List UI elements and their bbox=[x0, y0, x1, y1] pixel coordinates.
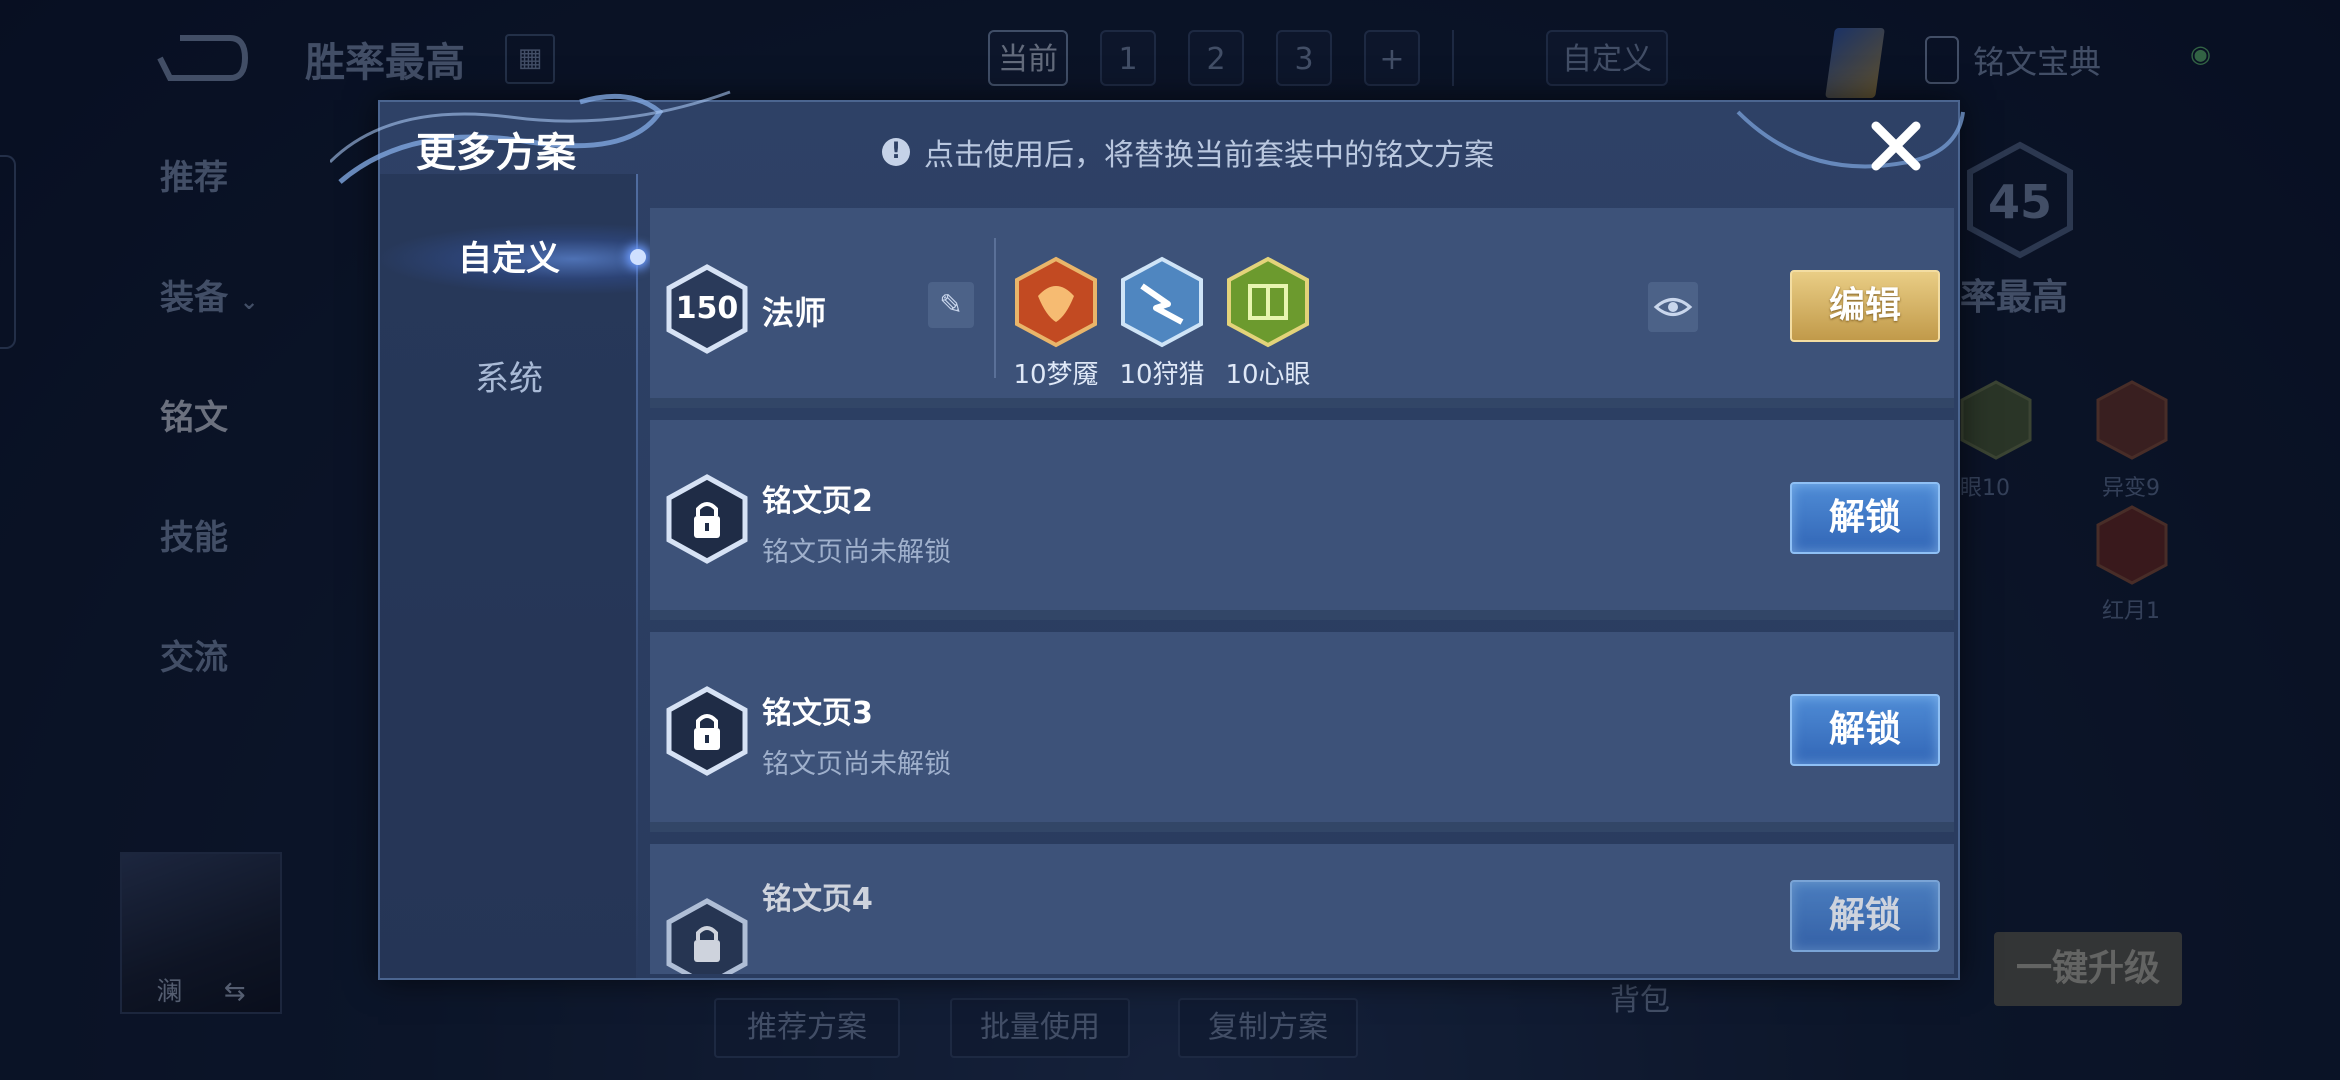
modal-title: 更多方案 bbox=[416, 130, 576, 176]
rune-label: 10梦魇 bbox=[1013, 360, 1099, 390]
lock-icon bbox=[666, 686, 748, 776]
bg-upgrade-button[interactable]: 一键升级 bbox=[1994, 932, 2182, 1006]
bg-page-title: 胜率最高 bbox=[305, 40, 465, 86]
page-name: 铭文页2 bbox=[762, 484, 873, 519]
modal-side-tabs: 自定义 系统 bbox=[380, 174, 646, 978]
close-icon[interactable] bbox=[1864, 114, 1928, 178]
bg-copy-plan-button[interactable]: 复制方案 bbox=[1178, 998, 1358, 1058]
rune-insight-icon bbox=[1227, 256, 1309, 348]
rune-hunt-icon bbox=[1121, 256, 1203, 348]
locked-page-row[interactable]: 铭文页4 解锁 bbox=[650, 844, 1954, 974]
more-plans-modal: 更多方案 ! 点击使用后，将替换当前套装中的铭文方案 自定义 系统 150 法师… bbox=[330, 90, 1965, 980]
unlock-button[interactable]: 解锁 bbox=[1790, 482, 1940, 554]
codex-icon bbox=[1925, 36, 1959, 84]
bg-nav-recommend[interactable]: 推荐 bbox=[160, 150, 258, 198]
bg-side-nav: 推荐 装备 ⌄ 铭文 技能 交流 bbox=[160, 150, 258, 678]
wifi-icon: ◉ bbox=[2190, 40, 2211, 68]
locked-page-row[interactable]: 铭文页2 铭文页尚未解锁 解锁 bbox=[650, 420, 1954, 620]
bg-rune-label-3: 红月1 bbox=[2102, 599, 2160, 624]
bg-tab-custom[interactable]: 自定义 bbox=[1546, 30, 1668, 86]
page-name: 铭文页4 bbox=[762, 882, 873, 917]
codex-label: 铭文宝典 bbox=[1973, 43, 2102, 81]
bg-tab-divider bbox=[1452, 30, 1454, 86]
edit-button[interactable]: 编辑 bbox=[1790, 270, 1940, 342]
card-icon[interactable] bbox=[1825, 28, 1885, 98]
unlock-button[interactable]: 解锁 bbox=[1790, 694, 1940, 766]
plan-list: 150 法师 ✎ 10梦魇 10狩猎 10心眼 编辑 铭文页2 铭文页尚未解锁 … bbox=[650, 208, 1954, 974]
bg-bag-label[interactable]: 背包 bbox=[1610, 975, 1670, 1019]
swap-icon: ⇆ bbox=[223, 977, 246, 1007]
plan-level: 150 bbox=[675, 291, 739, 326]
codex-button[interactable]: 铭文宝典 bbox=[1925, 36, 2101, 84]
bg-tab-current[interactable]: 当前 bbox=[988, 30, 1068, 86]
rune-icon bbox=[2096, 505, 2168, 585]
grid-icon[interactable]: ▦ bbox=[505, 34, 555, 84]
page-status: 铭文页尚未解锁 bbox=[762, 537, 951, 568]
bg-tab-add[interactable]: + bbox=[1364, 30, 1420, 86]
bg-score: 45 bbox=[1987, 175, 2052, 229]
back-arrow-icon[interactable] bbox=[150, 28, 250, 88]
plan-name: 法师 bbox=[762, 294, 827, 332]
bg-recommend-plan-button[interactable]: 推荐方案 bbox=[714, 998, 900, 1058]
hero-name: 澜 bbox=[156, 977, 183, 1007]
bg-rune-label-2: 异变9 bbox=[2102, 476, 2160, 501]
page-name: 铭文页3 bbox=[762, 696, 873, 731]
bg-nav-skills[interactable]: 技能 bbox=[160, 510, 258, 558]
rune-icon bbox=[1960, 380, 2032, 460]
eye-icon[interactable] bbox=[1648, 282, 1698, 332]
bg-winrate: 率最高 bbox=[1960, 277, 2069, 318]
page-status: 铭文页尚未解锁 bbox=[762, 749, 951, 780]
rune-label: 10狩猎 bbox=[1119, 360, 1205, 390]
tab-system[interactable]: 系统 bbox=[380, 344, 638, 414]
plan-row[interactable]: 150 法师 ✎ 10梦魇 10狩猎 10心眼 编辑 bbox=[650, 208, 1954, 408]
bg-plan-tabs: 当前 1 2 3 + 自定义 bbox=[988, 30, 1668, 86]
bg-nav-runes[interactable]: 铭文 bbox=[160, 390, 258, 438]
rune-icon bbox=[2096, 380, 2168, 460]
swirl-decoration bbox=[1736, 110, 1965, 169]
tab-custom[interactable]: 自定义 bbox=[380, 224, 646, 294]
lock-icon bbox=[666, 474, 748, 564]
left-edge-frame bbox=[0, 155, 16, 349]
bg-tab-1[interactable]: 1 bbox=[1100, 30, 1156, 86]
bg-tab-2[interactable]: 2 bbox=[1188, 30, 1244, 86]
bg-nav-equipment[interactable]: 装备 ⌄ bbox=[160, 270, 258, 318]
notice-text: 点击使用后，将替换当前套装中的铭文方案 bbox=[924, 138, 1494, 173]
lock-icon bbox=[666, 898, 748, 974]
modal-notice: ! 点击使用后，将替换当前套装中的铭文方案 bbox=[882, 130, 1494, 174]
rune-nightmare-icon bbox=[1015, 256, 1097, 348]
rename-pen-icon[interactable]: ✎ bbox=[928, 282, 974, 328]
bg-nav-community[interactable]: 交流 bbox=[160, 630, 258, 678]
bg-tab-3[interactable]: 3 bbox=[1276, 30, 1332, 86]
rune-label: 10心眼 bbox=[1225, 360, 1311, 390]
locked-page-row[interactable]: 铭文页3 铭文页尚未解锁 解锁 bbox=[650, 632, 1954, 832]
active-indicator bbox=[630, 249, 646, 265]
hero-avatar[interactable]: 澜 ⇆ bbox=[120, 852, 282, 1014]
bg-batch-use-button[interactable]: 批量使用 bbox=[950, 998, 1130, 1058]
unlock-button[interactable]: 解锁 bbox=[1790, 880, 1940, 952]
info-icon: ! bbox=[882, 138, 910, 166]
